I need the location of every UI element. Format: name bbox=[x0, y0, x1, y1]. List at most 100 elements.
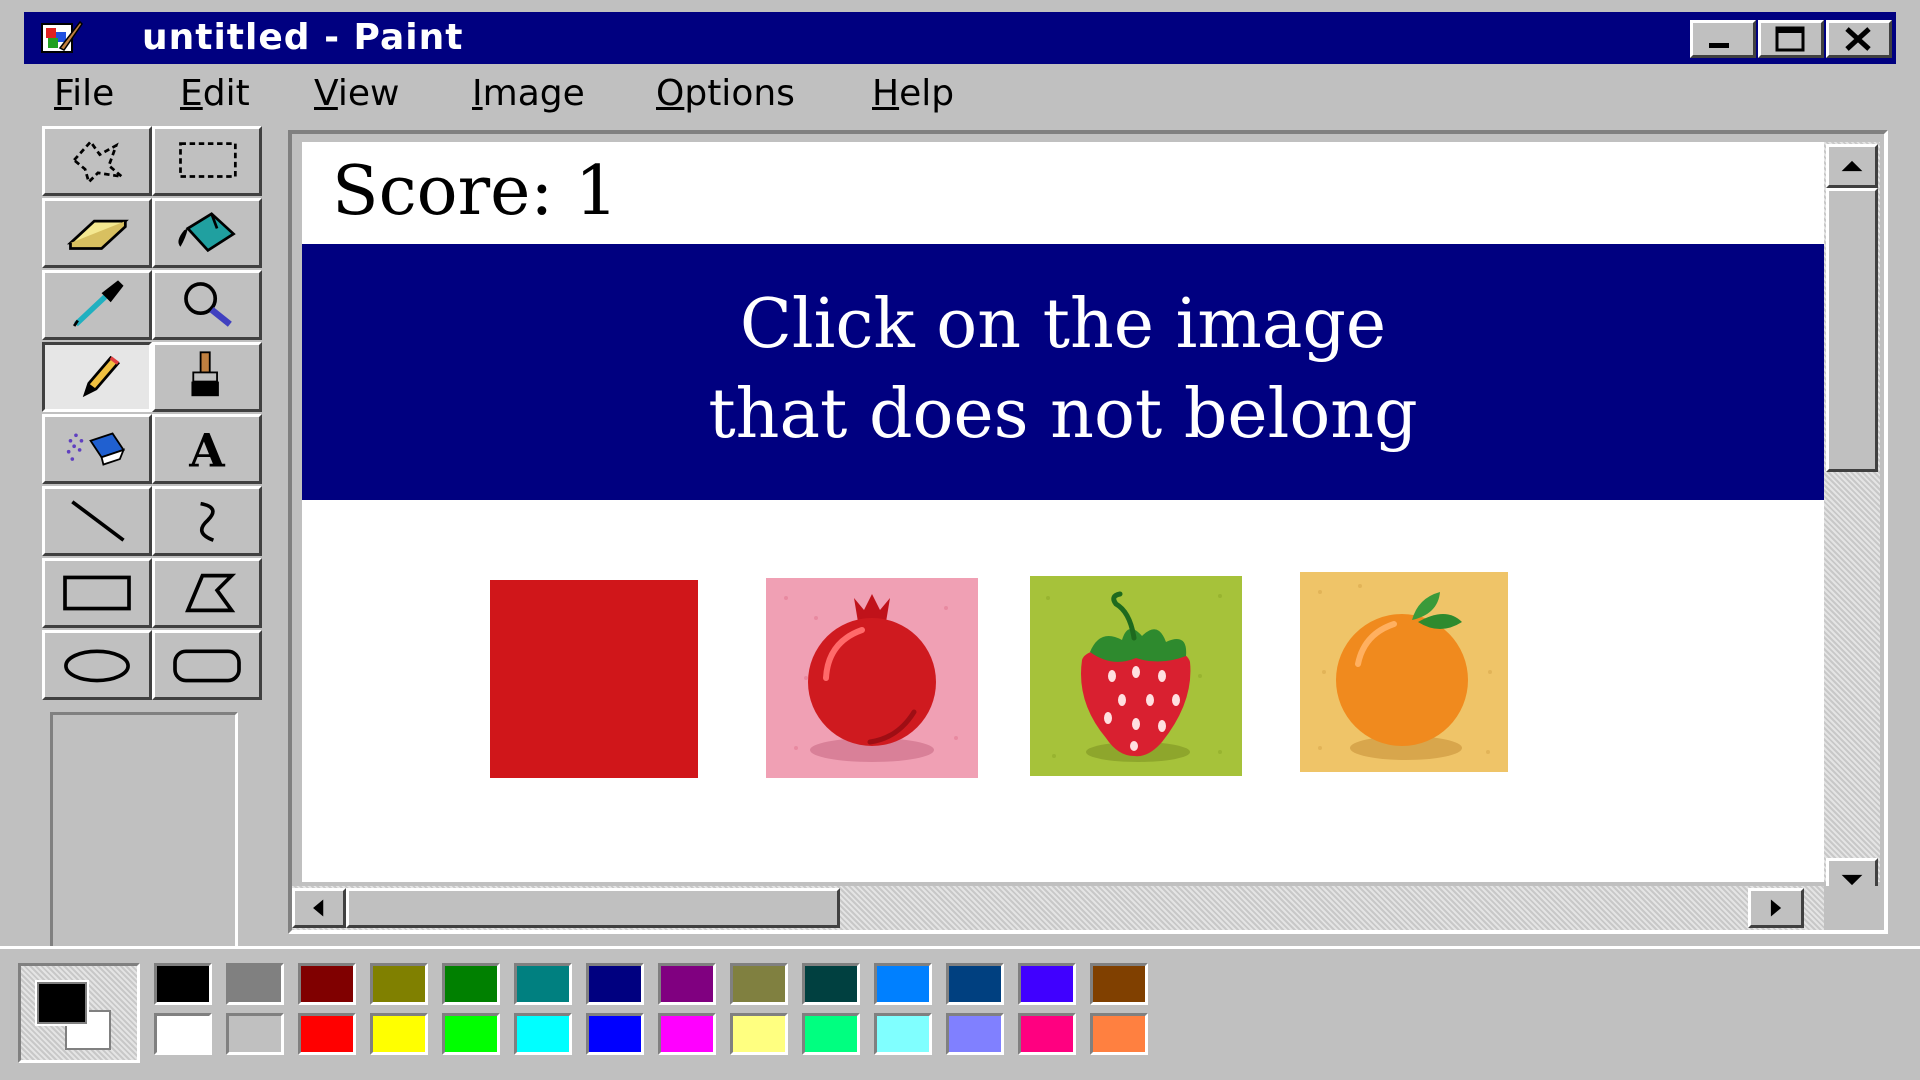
color-swatch[interactable] bbox=[946, 963, 1004, 1005]
menu-view[interactable]: View bbox=[314, 72, 399, 116]
menu-file[interactable]: File bbox=[54, 72, 114, 116]
color-swatch[interactable] bbox=[586, 963, 644, 1005]
menu-edit[interactable]: Edit bbox=[180, 72, 250, 116]
pencil-icon bbox=[82, 355, 121, 398]
color-swatch[interactable] bbox=[154, 1013, 212, 1055]
color-swatch[interactable] bbox=[370, 1013, 428, 1055]
scroll-up-button[interactable] bbox=[1826, 144, 1878, 188]
magnifier-icon bbox=[184, 282, 232, 327]
foreground-color-swatch[interactable] bbox=[35, 980, 89, 1026]
menu-options[interactable]: Options bbox=[656, 72, 795, 116]
current-colors[interactable] bbox=[18, 963, 140, 1063]
color-swatch[interactable] bbox=[730, 963, 788, 1005]
color-swatch[interactable] bbox=[442, 1013, 500, 1055]
color-swatch[interactable] bbox=[874, 963, 932, 1005]
drawing-canvas[interactable]: Score: 1 Click on the image that does no… bbox=[302, 142, 1824, 882]
tool-text[interactable]: A bbox=[152, 414, 262, 484]
tool-line[interactable] bbox=[42, 486, 152, 556]
brush-icon bbox=[191, 351, 219, 397]
vertical-scroll-thumb[interactable] bbox=[1826, 188, 1878, 472]
tool-eraser[interactable] bbox=[42, 198, 152, 268]
color-swatch[interactable] bbox=[730, 1013, 788, 1055]
rect-select-icon bbox=[179, 142, 237, 178]
fill-bucket-icon bbox=[178, 212, 236, 253]
eraser-icon bbox=[66, 219, 129, 250]
tool-color-picker[interactable] bbox=[42, 270, 152, 340]
color-swatch[interactable] bbox=[1090, 1013, 1148, 1055]
free-select-icon bbox=[72, 139, 127, 185]
color-palette bbox=[0, 946, 1920, 1080]
choice-orange[interactable] bbox=[1300, 572, 1508, 772]
color-swatch[interactable] bbox=[370, 963, 428, 1005]
color-swatch[interactable] bbox=[1018, 1013, 1076, 1055]
paint-window: untitled - Paint File Edit View Image Op… bbox=[0, 0, 1920, 1080]
color-swatch[interactable] bbox=[298, 1013, 356, 1055]
tool-curve[interactable] bbox=[152, 486, 262, 556]
color-swatch[interactable] bbox=[514, 963, 572, 1005]
instruction-banner: Click on the image that does not belong bbox=[302, 244, 1824, 500]
ellipse-icon bbox=[64, 649, 130, 683]
color-swatch[interactable] bbox=[298, 963, 356, 1005]
red-square-image bbox=[490, 580, 698, 778]
instruction-line-2: that does not belong bbox=[708, 375, 1418, 454]
tool-airbrush[interactable] bbox=[42, 414, 152, 484]
close-icon bbox=[1845, 27, 1871, 51]
color-swatch[interactable] bbox=[1090, 963, 1148, 1005]
menu-bar: File Edit View Image Options Help bbox=[24, 68, 1896, 122]
strawberry-image bbox=[1030, 576, 1242, 776]
color-swatch[interactable] bbox=[1018, 963, 1076, 1005]
color-swatch[interactable] bbox=[586, 1013, 644, 1055]
choice-pomegranate[interactable] bbox=[766, 578, 978, 778]
text-icon: A bbox=[188, 423, 225, 477]
instruction-line-1: Click on the image bbox=[739, 285, 1387, 364]
airbrush-icon bbox=[66, 432, 126, 466]
horizontal-scrollbar[interactable] bbox=[292, 886, 1824, 930]
tool-polygon[interactable] bbox=[152, 558, 262, 628]
scroll-right-button[interactable] bbox=[1748, 888, 1804, 928]
color-swatch[interactable] bbox=[226, 1013, 284, 1055]
tool-pencil[interactable] bbox=[42, 342, 152, 412]
rectangle-icon bbox=[63, 575, 131, 611]
color-swatch[interactable] bbox=[658, 963, 716, 1005]
minimize-button[interactable] bbox=[1690, 20, 1756, 58]
scroll-corner bbox=[1824, 886, 1880, 930]
tool-fill[interactable] bbox=[152, 198, 262, 268]
polygon-icon bbox=[185, 573, 237, 613]
tool-rect-select[interactable] bbox=[152, 126, 262, 196]
tool-ellipse[interactable] bbox=[42, 630, 152, 700]
horizontal-scroll-thumb[interactable] bbox=[346, 888, 840, 928]
tool-rectangle[interactable] bbox=[42, 558, 152, 628]
menu-image[interactable]: Image bbox=[472, 72, 585, 116]
color-swatch[interactable] bbox=[226, 963, 284, 1005]
minimize-icon bbox=[1709, 43, 1729, 48]
tool-rounded-rect[interactable] bbox=[152, 630, 262, 700]
arrow-right-icon bbox=[1770, 899, 1782, 917]
arrow-left-icon bbox=[313, 899, 324, 917]
vertical-scrollbar[interactable] bbox=[1824, 142, 1880, 902]
tool-brush[interactable] bbox=[152, 342, 262, 412]
maximize-button[interactable] bbox=[1758, 20, 1824, 58]
tool-free-select[interactable] bbox=[42, 126, 152, 196]
color-swatch[interactable] bbox=[442, 963, 500, 1005]
close-button[interactable] bbox=[1826, 20, 1892, 58]
score-label: Score: 1 bbox=[332, 152, 619, 231]
color-swatch[interactable] bbox=[802, 1013, 860, 1055]
arrow-up-icon bbox=[1841, 160, 1863, 172]
choice-red-square[interactable] bbox=[490, 580, 698, 778]
canvas-frame: Score: 1 Click on the image that does no… bbox=[288, 130, 1888, 934]
rounded-rect-icon bbox=[173, 649, 241, 683]
color-swatch[interactable] bbox=[802, 963, 860, 1005]
menu-help[interactable]: Help bbox=[872, 72, 954, 116]
line-icon bbox=[71, 500, 125, 542]
title-bar[interactable]: untitled - Paint bbox=[24, 12, 1896, 64]
scroll-left-button[interactable] bbox=[292, 888, 346, 928]
orange-image bbox=[1300, 572, 1508, 772]
choice-strawberry[interactable] bbox=[1030, 576, 1242, 776]
color-swatch[interactable] bbox=[154, 963, 212, 1005]
color-swatch[interactable] bbox=[658, 1013, 716, 1055]
color-swatch[interactable] bbox=[874, 1013, 932, 1055]
color-swatch[interactable] bbox=[946, 1013, 1004, 1055]
curve-icon bbox=[200, 501, 215, 542]
tool-magnifier[interactable] bbox=[152, 270, 262, 340]
color-swatch[interactable] bbox=[514, 1013, 572, 1055]
